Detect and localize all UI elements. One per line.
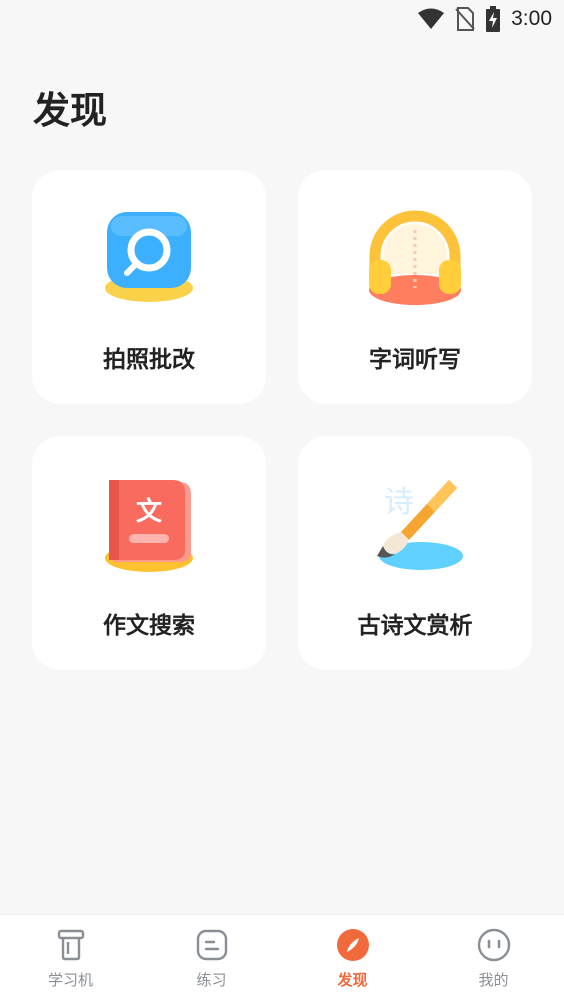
practice-icon — [196, 929, 227, 961]
poem-character: 诗 — [384, 485, 414, 520]
profile-face-icon — [477, 928, 510, 962]
card-label: 古诗文赏析 — [357, 613, 473, 639]
feature-card-poetry-appreciation[interactable]: 诗 古诗文赏析 — [298, 436, 532, 670]
book-wen-icon: 文 — [105, 480, 193, 572]
status-time: 3:00 — [511, 7, 552, 30]
bottom-tab-bar: 学习机 练习 发现 我的 — [0, 914, 564, 1002]
book-character: 文 — [136, 496, 163, 527]
no-sim-icon — [455, 7, 475, 31]
tab-practice[interactable]: 练习 — [141, 915, 282, 1002]
page-title: 发现 — [33, 89, 107, 132]
wifi-icon — [418, 8, 445, 29]
brush-icon: 诗 — [377, 480, 463, 570]
tab-learning-device[interactable]: 学习机 — [0, 915, 141, 1002]
tab-label: 学习机 — [47, 971, 93, 989]
tab-label: 发现 — [337, 971, 368, 989]
discover-compass-icon — [336, 929, 369, 961]
magnifier-camera-icon — [105, 212, 193, 302]
card-label: 拍照批改 — [103, 347, 195, 373]
tab-discover[interactable]: 发现 — [282, 915, 423, 1002]
status-icons: 3:00 — [417, 6, 552, 32]
feature-card-essay-search[interactable]: 文 作文搜索 — [32, 436, 266, 670]
headphones-icon — [369, 210, 461, 305]
card-label: 作文搜索 — [103, 613, 195, 639]
card-label: 字词听写 — [369, 347, 461, 373]
feature-card-photo-correction[interactable]: 拍照批改 — [32, 170, 266, 404]
learning-device-icon — [57, 929, 84, 961]
status-bar: 3:00 — [0, 0, 564, 38]
battery-charging-icon — [486, 6, 501, 32]
tab-label: 练习 — [196, 971, 227, 989]
tab-label: 我的 — [478, 971, 509, 989]
tab-profile[interactable]: 我的 — [423, 915, 564, 1002]
feature-card-word-dictation[interactable]: 字词听写 — [298, 170, 532, 404]
